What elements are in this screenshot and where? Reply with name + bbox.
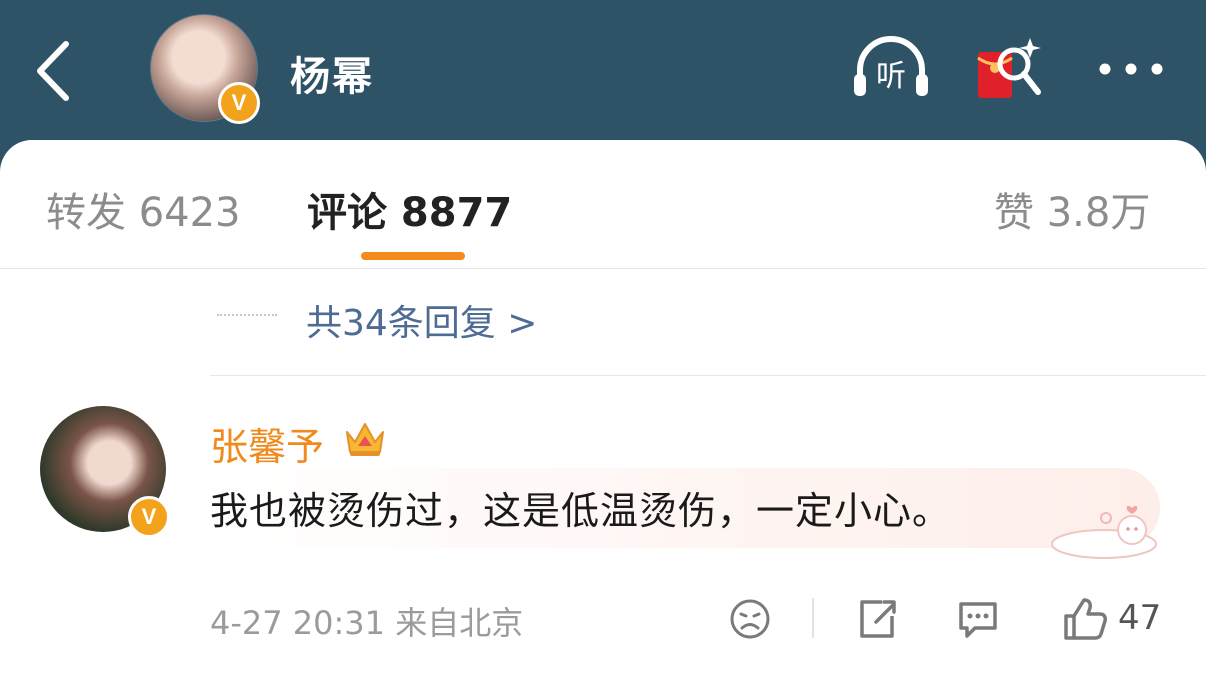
- cat-decoration-icon: [1040, 500, 1160, 564]
- listen-headphones-icon: 听: [854, 36, 928, 96]
- tab-reposts[interactable]: 转发 6423: [46, 180, 241, 238]
- back-button[interactable]: [30, 38, 80, 104]
- tab-comments[interactable]: 评论 8877: [307, 180, 512, 238]
- listen-label: 听: [876, 59, 906, 94]
- like-count: 47: [1118, 598, 1162, 638]
- more-dots-icon: [1099, 63, 1163, 75]
- commenter-verified-badge-icon: V: [128, 496, 170, 538]
- replies-dotted-line: [217, 314, 277, 318]
- comment-text: 我也被烫伤过，这是低温烫伤，一定小心。: [210, 489, 952, 533]
- share-icon: [860, 600, 896, 638]
- back-arrow-icon: [37, 41, 69, 101]
- tabs-divider: [0, 268, 1206, 269]
- commenter-name[interactable]: 张馨予: [210, 416, 324, 471]
- comment-divider: [210, 375, 1206, 376]
- view-replies-link[interactable]: 共34条回复 >: [306, 294, 537, 346]
- poster-avatar[interactable]: V: [150, 14, 260, 124]
- sad-face-icon: [730, 599, 770, 639]
- poster-username[interactable]: 杨幂: [290, 44, 374, 102]
- tab-likes[interactable]: 赞 3.8万: [994, 180, 1150, 238]
- commenter-avatar[interactable]: V: [40, 406, 170, 538]
- comment-timestamp: 4-27 20:31 来自北京: [210, 604, 524, 642]
- verified-badge-icon: V: [218, 82, 260, 124]
- like-button[interactable]: [1060, 594, 1110, 644]
- thumbs-up-icon: [1064, 598, 1107, 640]
- emoji-reaction-button[interactable]: [728, 594, 772, 644]
- share-button[interactable]: [854, 594, 900, 644]
- more-button[interactable]: [1096, 34, 1166, 104]
- active-tab-indicator: [361, 252, 465, 260]
- comment-bubble-icon: [959, 602, 997, 638]
- red-envelope-button[interactable]: [970, 34, 1050, 104]
- red-envelope-search-icon: [977, 38, 1041, 98]
- crown-icon: [343, 418, 387, 458]
- footer-separator: [812, 598, 814, 638]
- listen-button[interactable]: 听: [848, 34, 934, 104]
- reply-button[interactable]: [955, 594, 1001, 644]
